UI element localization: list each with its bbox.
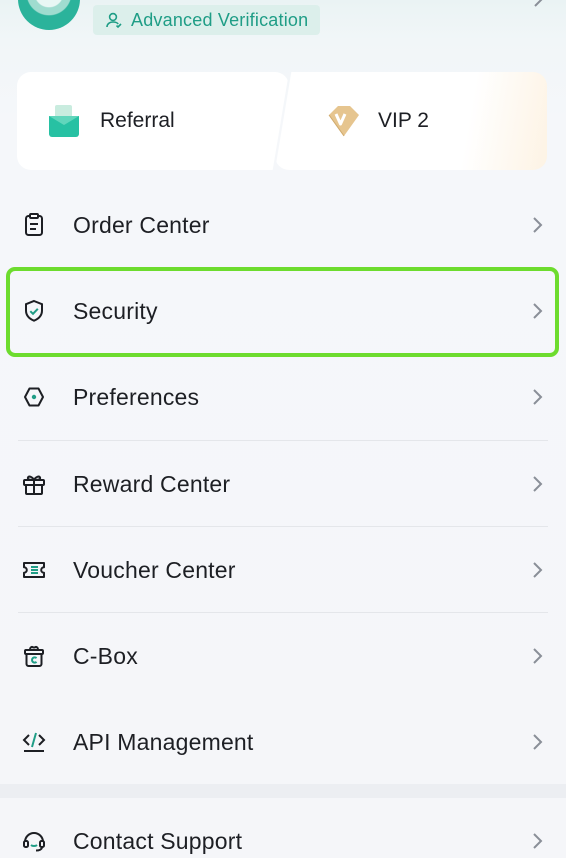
order-icon [19, 210, 49, 240]
user-check-icon [106, 12, 122, 29]
menu-item-security[interactable]: Security [18, 268, 548, 354]
chevron-right-icon [533, 303, 543, 319]
menu-item-label: C-Box [73, 642, 138, 669]
headset-icon [19, 826, 49, 856]
menu-item-label: Reward Center [73, 470, 231, 497]
chevron-right-icon[interactable] [530, 0, 546, 8]
menu-item-contact-support[interactable]: Contact Support [18, 798, 548, 858]
vip-card[interactable]: VIP 2 [275, 72, 547, 170]
section-separator [0, 784, 566, 798]
verification-label: Advanced Verification [131, 9, 309, 30]
menu-item-voucher-center[interactable]: Voucher Center [18, 527, 548, 613]
chevron-right-icon [533, 833, 543, 849]
chevron-right-icon [533, 562, 543, 578]
menu-item-label: Security [73, 297, 158, 324]
vip-icon [328, 106, 359, 137]
referral-label: Referral [100, 109, 175, 132]
menu-item-preferences[interactable]: Preferences [18, 354, 548, 440]
code-icon [19, 727, 49, 757]
gift-icon [19, 469, 49, 499]
menu-item-order-center[interactable]: Order Center [18, 182, 548, 268]
verification-badge[interactable]: Advanced Verification [93, 5, 321, 35]
menu-item-c-box[interactable]: C-Box [18, 613, 548, 699]
menu-item-label: Contact Support [73, 827, 243, 854]
account-header: Advanced Verification [0, 0, 566, 46]
chevron-right-icon [533, 648, 543, 664]
settings-icon [19, 382, 49, 412]
chevron-right-icon [533, 476, 543, 492]
shield-icon [19, 296, 49, 326]
avatar[interactable] [18, 0, 80, 30]
chevron-right-icon [533, 389, 543, 405]
menu-item-api-management[interactable]: API Management [18, 699, 548, 785]
cbox-icon [19, 641, 49, 671]
menu-item-label: Voucher Center [73, 556, 236, 583]
menu-item-reward-center[interactable]: Reward Center [18, 441, 548, 527]
menu-item-label: Order Center [73, 211, 210, 238]
menu-item-label: Preferences [73, 383, 200, 410]
menu-item-label: API Management [73, 728, 254, 755]
chevron-right-icon [533, 734, 543, 750]
vip-label: VIP 2 [378, 109, 429, 132]
quick-cards: Referral VIP 2 [17, 72, 547, 170]
chevron-right-icon [533, 217, 543, 233]
voucher-icon [19, 555, 49, 585]
referral-card[interactable]: Referral [17, 72, 289, 170]
referral-icon [49, 105, 79, 137]
